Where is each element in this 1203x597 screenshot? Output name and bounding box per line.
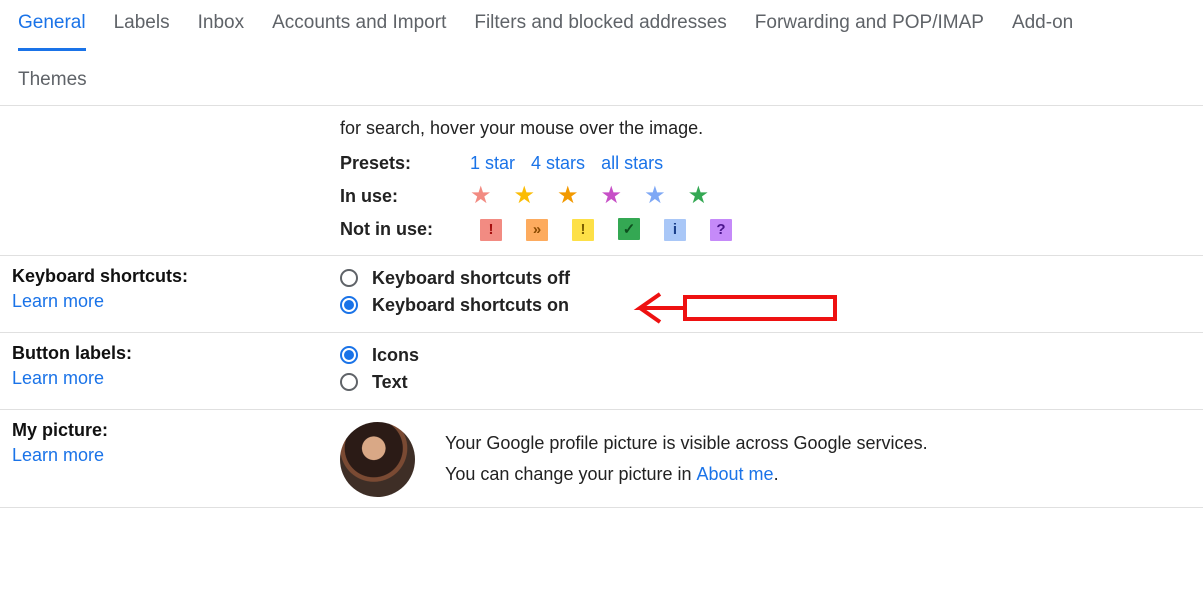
radio-label-icons: Icons <box>372 345 419 366</box>
preset-allstars[interactable]: all stars <box>601 153 663 174</box>
settings-tabs: General Labels Inbox Accounts and Import… <box>0 0 1203 51</box>
presets-label: Presets: <box>340 153 470 174</box>
my-picture-title: My picture: <box>12 420 340 441</box>
picture-description: Your Google profile picture is visible a… <box>445 428 928 489</box>
notinuse-label: Not in use: <box>340 219 470 240</box>
button-labels-title: Button labels: <box>12 343 340 364</box>
radio-label-keyboard-off: Keyboard shortcuts off <box>372 268 570 289</box>
star-notinuse-4[interactable]: i <box>664 219 686 241</box>
star-inuse-1[interactable]: ★ <box>514 182 536 209</box>
radio-label-text: Text <box>372 372 408 393</box>
tab-addons[interactable]: Add-on <box>1012 12 1073 51</box>
picture-learn-more-link[interactable]: Learn more <box>12 445 104 466</box>
radio-keyboard-on[interactable] <box>340 296 358 314</box>
tab-general[interactable]: General <box>18 12 86 51</box>
keyboard-shortcuts-title: Keyboard shortcuts: <box>12 266 340 287</box>
stars-hint-text: for search, hover your mouse over the im… <box>340 118 1193 153</box>
star-notinuse-1[interactable]: » <box>526 219 548 241</box>
avatar[interactable] <box>340 422 415 497</box>
radio-buttonlabels-icons[interactable] <box>340 346 358 364</box>
buttonlabels-learn-more-link[interactable]: Learn more <box>12 368 104 389</box>
tab-filters[interactable]: Filters and blocked addresses <box>474 12 726 51</box>
section-keyboard-shortcuts: Keyboard shortcuts: Learn more Keyboard … <box>0 256 1203 333</box>
tab-accounts[interactable]: Accounts and Import <box>272 12 446 51</box>
star-inuse-0[interactable]: ★ <box>470 182 492 209</box>
annotation-arrow-icon <box>630 288 850 328</box>
about-me-link[interactable]: About me <box>697 459 774 490</box>
tab-inbox[interactable]: Inbox <box>198 12 244 51</box>
tab-labels[interactable]: Labels <box>114 12 170 51</box>
tab-forwarding[interactable]: Forwarding and POP/IMAP <box>755 12 984 51</box>
star-notinuse-0[interactable]: ! <box>480 219 502 241</box>
star-inuse-3[interactable]: ★ <box>601 182 623 209</box>
star-notinuse-3[interactable]: ✓ <box>618 218 640 240</box>
keyboard-learn-more-link[interactable]: Learn more <box>12 291 104 312</box>
star-inuse-4[interactable]: ★ <box>644 182 666 209</box>
star-notinuse-2[interactable]: ! <box>572 219 594 241</box>
radio-buttonlabels-text[interactable] <box>340 373 358 391</box>
section-stars: for search, hover your mouse over the im… <box>0 106 1203 256</box>
tab-themes[interactable]: Themes <box>18 69 87 90</box>
section-button-labels: Button labels: Learn more Icons Text <box>0 333 1203 410</box>
star-notinuse-5[interactable]: ? <box>710 219 732 241</box>
inuse-label: In use: <box>340 186 470 207</box>
radio-keyboard-off[interactable] <box>340 269 358 287</box>
preset-1star[interactable]: 1 star <box>470 153 515 174</box>
radio-label-keyboard-on: Keyboard shortcuts on <box>372 295 569 316</box>
star-inuse-5[interactable]: ★ <box>688 182 710 209</box>
section-my-picture: My picture: Learn more Your Google profi… <box>0 410 1203 508</box>
star-inuse-2[interactable]: ★ <box>557 182 579 209</box>
preset-4stars[interactable]: 4 stars <box>531 153 585 174</box>
